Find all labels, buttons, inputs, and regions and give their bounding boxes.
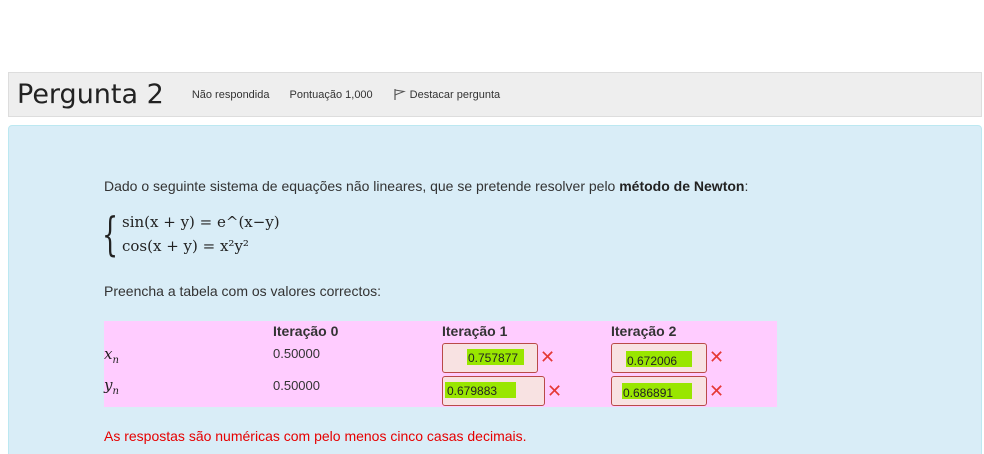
flag-icon bbox=[394, 89, 406, 100]
y-iteration-1-value: 0.679883 bbox=[447, 384, 498, 398]
question-title: Pergunta 2 bbox=[17, 79, 164, 110]
question-status: Não respondida bbox=[191, 88, 270, 101]
system-brace: { bbox=[102, 207, 119, 261]
flag-question-label: Destacar pergunta bbox=[409, 88, 501, 101]
intro-method: método de Newton bbox=[619, 178, 745, 194]
x-iteration-0: 0.50000 bbox=[273, 346, 320, 361]
answer-format-warning: As respostas são numéricas com pelo meno… bbox=[104, 428, 527, 444]
intro-text: Dado o seguinte sistema de equações não … bbox=[104, 178, 620, 194]
equation-2: cos(x + y) = x²y² bbox=[122, 237, 249, 255]
flag-question-link[interactable]: Destacar pergunta bbox=[393, 88, 501, 101]
y-iteration-1-input[interactable]: 0.679883 bbox=[442, 376, 545, 406]
y-iteration-2-value: 0.686891 bbox=[623, 386, 674, 400]
question-meta: Não respondida Pontuação 1,000 Destacar … bbox=[192, 88, 500, 101]
x-iteration-1-value: 0.757877 bbox=[468, 351, 519, 365]
header-iteration-2: Iteração 2 bbox=[611, 323, 677, 339]
question-intro: Dado o seguinte sistema de equações não … bbox=[104, 178, 748, 194]
cross-icon: ✕ bbox=[547, 381, 563, 402]
intro-suffix: : bbox=[744, 178, 749, 194]
x-iteration-2-value: 0.672006 bbox=[627, 354, 678, 368]
header-iteration-1: Iteração 1 bbox=[442, 323, 508, 339]
x-iteration-2-input[interactable]: 0.672006 bbox=[611, 343, 707, 373]
y-iteration-0: 0.50000 bbox=[273, 378, 320, 393]
equation-1: sin(x + y) = e^(x−y) bbox=[122, 213, 280, 231]
cross-icon: ✕ bbox=[540, 347, 556, 368]
question-score: Pontuação 1,000 bbox=[289, 88, 373, 101]
y-iteration-2-input[interactable]: 0.686891 bbox=[611, 376, 707, 406]
cross-icon: ✕ bbox=[709, 381, 725, 402]
question-info-bar: Pergunta 2 Não respondida Pontuação 1,00… bbox=[8, 72, 982, 117]
answer-table: Iteração 0 Iteração 1 Iteração 2 xn 0.50… bbox=[104, 321, 777, 407]
header-iteration-0: Iteração 0 bbox=[273, 323, 339, 339]
fill-instruction: Preencha a tabela com os valores correct… bbox=[104, 283, 382, 299]
cross-icon: ✕ bbox=[709, 347, 725, 368]
x-iteration-1-input[interactable]: 0.757877 bbox=[442, 343, 538, 373]
row-label-x: xn bbox=[104, 345, 119, 366]
question-content: Dado o seguinte sistema de equações não … bbox=[8, 125, 982, 454]
equation-system: { sin(x + y) = e^(x−y) cos(x + y) = x²y² bbox=[102, 211, 280, 257]
row-label-y: yn bbox=[104, 376, 119, 397]
